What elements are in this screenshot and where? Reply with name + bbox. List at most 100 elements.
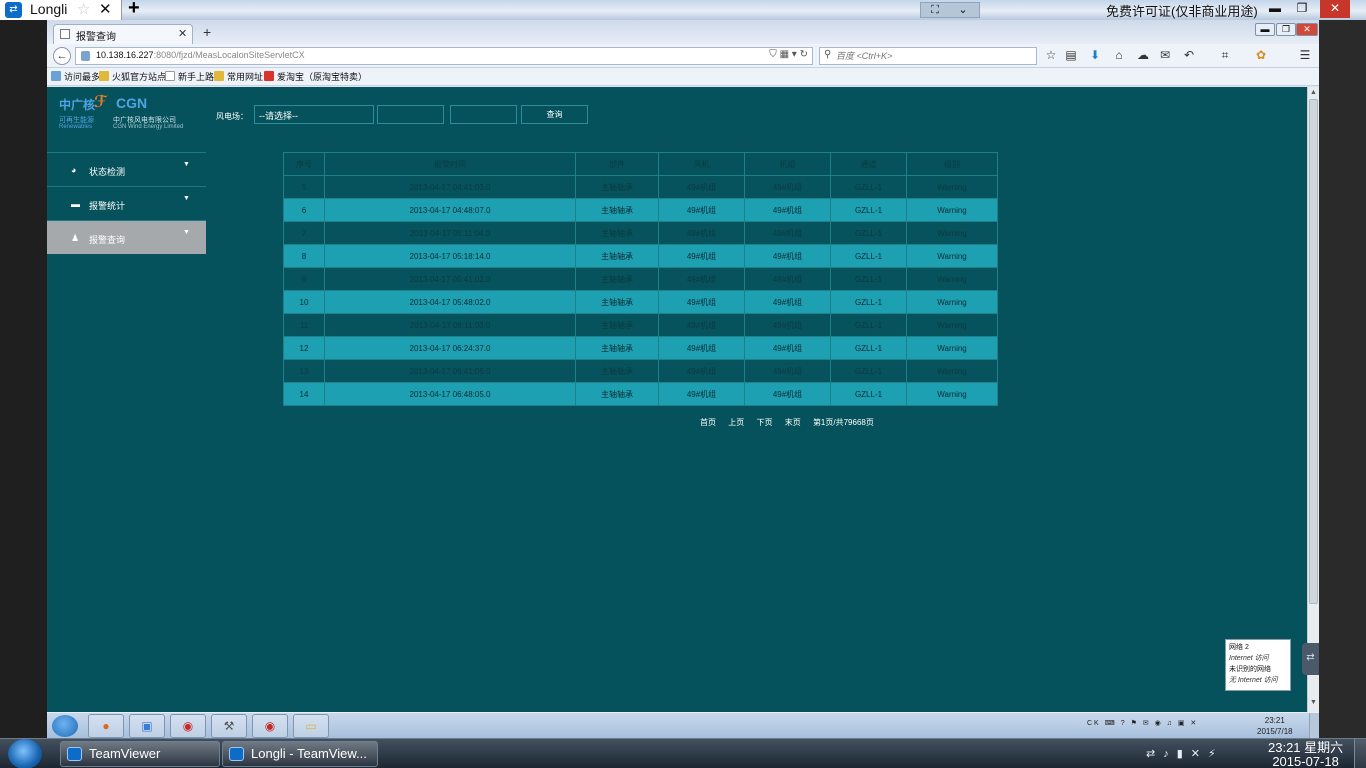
table-row[interactable]: 10 2013-04-17 05:48:02.0 主轴轴承 49#机组 49#机组 GZL… xyxy=(283,290,998,314)
table-row[interactable]: 13 2013-04-17 06:41:05.0 主轴轴承 49#机组 49#机组 GZL… xyxy=(283,359,998,383)
tools-icon[interactable]: ⚒ xyxy=(211,714,247,738)
menu-item-statistics[interactable]: ▬ 报警统计 ▼ xyxy=(47,186,206,220)
mute-icon[interactable]: ✕ xyxy=(1191,748,1208,760)
minimize-button[interactable]: ▬ xyxy=(1262,0,1288,18)
first-page-link[interactable]: 首页 xyxy=(700,418,716,427)
table-cell: 2013-04-17 05:41:02.0 xyxy=(324,267,576,291)
folder-icon[interactable]: ▭ xyxy=(293,714,329,738)
reload-icon[interactable]: ↻ xyxy=(800,49,808,60)
browser-window: 报警查询 ✕ + ▬ ❐ ✕ ← 10.138.16.227:8080/fjzd… xyxy=(47,20,1319,712)
signal-icon[interactable]: ▮ xyxy=(1177,748,1191,760)
table-row[interactable]: 14 2013-04-17 06:48:05.0 主轴轴承 49#机组 49#机组 GZL… xyxy=(283,382,998,406)
pagination: 首页 上页 下页 末页 第1页/共79668页 xyxy=(700,417,884,428)
table-row[interactable]: 8 2013-04-17 05:18:14.0 主轴轴承 49#机组 49#机组 GZLL… xyxy=(283,244,998,268)
table-cell: 14 xyxy=(283,382,325,406)
folder-icon xyxy=(99,71,109,81)
table-row[interactable]: 9 2013-04-17 05:41:02.0 主轴轴承 49#机组 49#机组 GZLL… xyxy=(283,267,998,291)
scroll-down-icon[interactable]: ▼ xyxy=(1310,699,1317,706)
browser-close-button[interactable]: ✕ xyxy=(1296,23,1318,36)
qr-icon[interactable]: ▦ xyxy=(780,49,789,60)
vertical-scrollbar[interactable]: ▲ ▼ xyxy=(1307,87,1319,712)
teamviewer-tray-icon[interactable]: ⇄ xyxy=(1146,748,1163,760)
site-identity-icon[interactable] xyxy=(81,51,90,61)
crop-icon[interactable]: ⌗ xyxy=(1217,48,1233,63)
dropdown-arrow-icon[interactable]: ▾ xyxy=(792,49,797,60)
start-button[interactable] xyxy=(8,739,42,768)
browser-new-tab-button[interactable]: + xyxy=(203,24,211,40)
table-cell: 2013-04-17 05:11:04.0 xyxy=(324,221,576,245)
restore-button[interactable]: ❐ xyxy=(1289,0,1315,18)
bookmark-star-icon[interactable]: ☆ xyxy=(1043,48,1059,62)
vb-app-icon-2[interactable]: ◉ xyxy=(252,714,288,738)
local-clock[interactable]: 23:21 星期六 2015-07-18 xyxy=(1268,741,1343,768)
system-tray[interactable]: ⇄♪▮✕⚡ xyxy=(1146,747,1224,760)
license-notice: 免费许可证(仅非商业用途) xyxy=(1106,4,1258,19)
show-desktop-button[interactable] xyxy=(1354,739,1366,768)
menu-item-status[interactable]: ◕ 状态检测 ▼ xyxy=(47,152,206,186)
volume-icon[interactable]: ♪ xyxy=(1163,748,1177,760)
addon-icon[interactable]: ✿ xyxy=(1253,48,1269,62)
chevron-down-icon[interactable]: ⌄ xyxy=(949,3,977,17)
prev-page-link[interactable]: 上页 xyxy=(728,418,744,427)
home-icon[interactable]: ⌂ xyxy=(1111,48,1127,62)
bookmark-firefox-site[interactable]: 火狐官方站点 xyxy=(99,70,166,83)
windfarm-select[interactable]: --请选择-- xyxy=(254,105,374,124)
vb-app-icon[interactable]: ◉ xyxy=(170,714,206,738)
taskbar-item-teamviewer[interactable]: TeamViewer xyxy=(60,741,220,767)
table-row[interactable]: 5 2013-04-17 04:41:03.0 主轴轴承 49#机组 49#机组 GZLL… xyxy=(283,175,998,199)
table-row[interactable]: 11 2013-04-17 06:11:03.0 主轴轴承 49#机组 49#机组 GZL… xyxy=(283,313,998,337)
browser-tab[interactable]: 报警查询 ✕ xyxy=(53,24,193,44)
logo-company-en: CGN Wind Energy Limited xyxy=(113,124,184,130)
new-session-button[interactable]: + xyxy=(128,0,140,20)
remote-desktop[interactable]: 报警查询 ✕ + ▬ ❐ ✕ ← 10.138.16.227:8080/fjzd… xyxy=(0,20,1366,739)
reading-list-icon[interactable]: ▤ xyxy=(1063,48,1079,62)
browser-minimize-button[interactable]: ▬ xyxy=(1255,23,1275,36)
bookmark-most-visited[interactable]: 访问最多 xyxy=(51,70,100,83)
bookmark-label: 常用网址 xyxy=(227,72,264,82)
remote-time: 23:21 xyxy=(1264,716,1285,725)
menu-icon[interactable]: ☰ xyxy=(1297,48,1313,62)
back-button[interactable]: ← xyxy=(53,47,71,65)
chat-icon[interactable]: ☁ xyxy=(1135,48,1151,62)
table-row[interactable]: 12 2013-04-17 06:24:37.0 主轴轴承 49#机组 49#机组 GZL… xyxy=(283,336,998,360)
browser-navbar: ← 10.138.16.227:8080/fjzd/MeasLocalonSit… xyxy=(47,44,1319,68)
teamviewer-panel-handle[interactable]: ⇄ xyxy=(1302,643,1319,675)
filter-field-2[interactable] xyxy=(377,105,444,124)
bookmark-getting-started[interactable]: 新手上路 xyxy=(165,70,214,83)
firefox-icon[interactable]: ● xyxy=(88,714,124,738)
menu-item-alarm-query[interactable]: ♟ 报警查询 ▼ xyxy=(47,220,206,254)
address-bar[interactable]: 10.138.16.227:8080/fjzd/MeasLocalonSiteS… xyxy=(75,47,813,65)
logo-cgn: CGN xyxy=(116,95,148,111)
teamviewer-session-tab[interactable]: ⇄ Longli ☆ ✕ xyxy=(0,0,122,20)
bookmark-aitaobao[interactable]: 爱淘宝（原淘宝特卖） xyxy=(264,70,367,83)
remote-system-tray[interactable]: CK ⌨ ? ⚑ ✉ ◉ ♫ ▣ ✕ xyxy=(1087,719,1198,727)
browser-tab-close-button[interactable]: ✕ xyxy=(178,27,187,40)
scroll-up-icon[interactable]: ▲ xyxy=(1310,89,1317,96)
shield-icon[interactable]: ⛉ xyxy=(769,49,777,60)
undo-icon[interactable]: ↶ xyxy=(1181,48,1197,62)
power-icon[interactable]: ⚡ xyxy=(1208,748,1224,760)
download-icon[interactable]: ⬇ xyxy=(1087,48,1103,62)
bookmark-common-sites[interactable]: 常用网址 xyxy=(214,70,263,83)
search-bar[interactable]: ⚲ xyxy=(819,47,1037,65)
remote-show-desktop[interactable] xyxy=(1309,713,1319,739)
table-cell: 2013-04-17 04:48:07.0 xyxy=(324,198,576,222)
session-tab-close-button[interactable]: ✕ xyxy=(99,0,112,18)
windows-explorer-icon[interactable]: ▣ xyxy=(129,714,165,738)
fullscreen-icon[interactable]: ⛶ xyxy=(921,3,949,17)
last-page-link[interactable]: 末页 xyxy=(785,418,801,427)
remote-start-button[interactable] xyxy=(52,715,78,737)
next-page-link[interactable]: 下页 xyxy=(756,418,772,427)
remote-clock[interactable]: 23:21 2015/7/18 xyxy=(1257,715,1293,737)
table-row[interactable]: 7 2013-04-17 05:11:04.0 主轴轴承 49#机组 49#机组 GZLL… xyxy=(283,221,998,245)
star-icon[interactable]: ☆ xyxy=(77,0,90,18)
taskbar-item-longli-session[interactable]: Longli - TeamView... xyxy=(222,741,378,767)
scrollbar-thumb[interactable] xyxy=(1309,99,1318,604)
search-input[interactable] xyxy=(836,48,1032,64)
browser-restore-button[interactable]: ❐ xyxy=(1276,23,1296,36)
message-icon[interactable]: ✉ xyxy=(1157,48,1173,62)
filter-field-3[interactable] xyxy=(450,105,517,124)
close-button[interactable]: ✕ xyxy=(1320,0,1350,18)
table-row[interactable]: 6 2013-04-17 04:48:07.0 主轴轴承 49#机组 49#机组 GZLL… xyxy=(283,198,998,222)
query-button[interactable]: 查询 xyxy=(521,105,588,124)
